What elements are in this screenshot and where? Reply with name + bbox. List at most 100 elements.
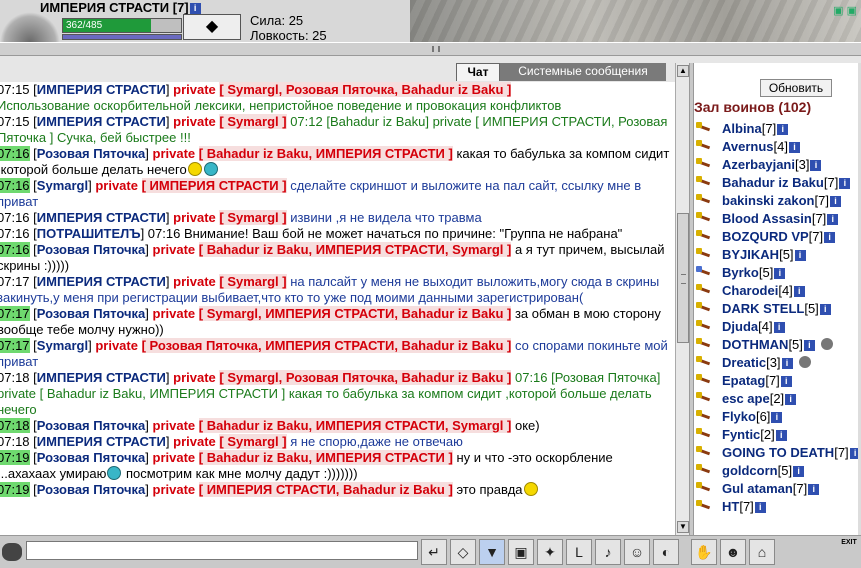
smiley-icon[interactable]: ☺: [624, 539, 650, 565]
player-name[interactable]: Azerbayjani: [722, 157, 795, 172]
player-row[interactable]: Albina[7] i: [696, 120, 861, 138]
private-recipients[interactable]: [ Symargl, Розовая Пяточка, Bahadur iz B…: [219, 370, 512, 385]
player-row[interactable]: Byrko[5] i: [696, 264, 861, 282]
player-row[interactable]: Flyko[6] i: [696, 408, 861, 426]
talk-icon[interactable]: [2, 543, 22, 561]
info-icon[interactable]: i: [775, 430, 787, 441]
message-author[interactable]: Розовая Пяточка: [37, 242, 145, 257]
private-recipients[interactable]: [ Symargl ]: [219, 434, 287, 449]
lock-icon[interactable]: ⌂: [749, 539, 775, 565]
player-row[interactable]: Avernus[4] i: [696, 138, 861, 156]
player-name[interactable]: Flyko: [722, 409, 756, 424]
music-icon[interactable]: ♪: [595, 539, 621, 565]
player-name[interactable]: BOZQURD VP: [722, 229, 809, 244]
character-name[interactable]: ИМПЕРИЯ СТРАСТИ [7] i: [40, 0, 201, 15]
message-author[interactable]: ИМПЕРИЯ СТРАСТИ: [37, 114, 166, 129]
private-recipients[interactable]: [ ИМПЕРИЯ СТРАСТИ ]: [141, 178, 287, 193]
player-row[interactable]: HT[7] i: [696, 498, 861, 516]
message-author[interactable]: ИМПЕРИЯ СТРАСТИ: [37, 434, 166, 449]
player-name[interactable]: goldcorn: [722, 463, 778, 478]
info-icon[interactable]: i: [793, 466, 805, 477]
info-icon[interactable]: i: [774, 268, 786, 279]
player-name[interactable]: Albina: [722, 121, 762, 136]
player-name[interactable]: Epatag: [722, 373, 765, 388]
clan-emblem-icon[interactable]: ◆: [183, 14, 241, 40]
info-icon[interactable]: i: [829, 196, 841, 207]
private-recipients[interactable]: [ Symargl ]: [219, 210, 287, 225]
player-row[interactable]: Epatag[7] i: [696, 372, 861, 390]
player-row[interactable]: Blood Assasin[7] i: [696, 210, 861, 228]
message-author[interactable]: ИМПЕРИЯ СТРАСТИ: [37, 210, 166, 225]
info-icon[interactable]: i: [777, 124, 789, 135]
message-author[interactable]: Symargl: [37, 178, 88, 193]
private-recipients[interactable]: [ Symargl, ИМПЕРИЯ СТРАСТИ, Bahadur iz B…: [198, 306, 512, 321]
info-icon[interactable]: i: [754, 502, 766, 513]
walk-icon[interactable]: ✦: [537, 539, 563, 565]
avatar[interactable]: [0, 12, 60, 42]
scroll-up-icon[interactable]: ▲: [677, 65, 689, 77]
info-icon[interactable]: i: [773, 322, 785, 333]
exit-button[interactable]: EXIT: [838, 538, 860, 568]
player-row[interactable]: BOZQURD VP[7] i: [696, 228, 861, 246]
private-recipients[interactable]: [ Bahadur iz Baku, ИМПЕРИЯ СТРАСТИ, Syma…: [198, 242, 512, 257]
player-name[interactable]: esc ape: [722, 391, 770, 406]
info-icon[interactable]: i: [819, 304, 831, 315]
player-row[interactable]: Azerbayjani[3] i: [696, 156, 861, 174]
player-row[interactable]: Gul ataman[7] i: [696, 480, 861, 498]
enter-icon[interactable]: ↵: [421, 539, 447, 565]
save-icon[interactable]: ▣: [508, 539, 534, 565]
message-author[interactable]: Розовая Пяточка: [37, 450, 145, 465]
info-icon[interactable]: i: [810, 160, 822, 171]
private-recipients[interactable]: [ Розовая Пяточка, ИМПЕРИЯ СТРАСТИ, Baha…: [141, 338, 512, 353]
mask-icon[interactable]: ☻: [720, 539, 746, 565]
player-row[interactable]: Fyntic[2] i: [696, 426, 861, 444]
message-author[interactable]: Розовая Пяточка: [37, 306, 145, 321]
scroll-down-icon[interactable]: ▼: [677, 521, 689, 533]
gesture-icon[interactable]: ✋: [691, 539, 717, 565]
player-name[interactable]: BYJIKAH: [722, 247, 779, 262]
player-name[interactable]: GOING TO DEATH: [722, 445, 834, 460]
private-recipients[interactable]: [ ИМПЕРИЯ СТРАСТИ, Bahadur iz Baku ]: [198, 482, 453, 497]
player-row[interactable]: Djuda[4] i: [696, 318, 861, 336]
player-row[interactable]: Dreatic[3] i: [696, 354, 861, 372]
info-icon[interactable]: i: [808, 484, 820, 495]
splitter[interactable]: [0, 42, 861, 56]
private-recipients[interactable]: [ Symargl, Розовая Пяточка, Bahadur iz B…: [219, 82, 512, 97]
player-row[interactable]: GOING TO DEATH[7] i: [696, 444, 861, 462]
player-name[interactable]: bakinski zakon: [722, 193, 814, 208]
info-icon[interactable]: i: [781, 358, 793, 369]
helmet-icon[interactable]: ◐: [653, 539, 679, 565]
message-author[interactable]: Symargl: [37, 338, 88, 353]
info-icon[interactable]: i: [827, 214, 839, 225]
info-icon[interactable]: i: [803, 340, 815, 351]
tab-system-messages[interactable]: Системные сообщения: [500, 63, 666, 81]
player-name[interactable]: Djuda: [722, 319, 758, 334]
player-name[interactable]: Byrko: [722, 265, 759, 280]
player-row[interactable]: goldcorn[5] i: [696, 462, 861, 480]
player-row[interactable]: DOTHMAN[5] i: [696, 336, 861, 354]
filter-icon[interactable]: ▼: [479, 539, 505, 565]
player-row[interactable]: DARK STELL[5] i: [696, 300, 861, 318]
player-name[interactable]: Fyntic: [722, 427, 760, 442]
eraser-icon[interactable]: ◇: [450, 539, 476, 565]
tab-chat[interactable]: Чат: [456, 63, 500, 81]
message-author[interactable]: Розовая Пяточка: [37, 146, 145, 161]
private-recipients[interactable]: [ Bahadur iz Baku, ИМПЕРИЯ СТРАСТИ ]: [198, 146, 453, 161]
player-row[interactable]: esc ape[2] i: [696, 390, 861, 408]
scroll-thumb[interactable]: [677, 213, 689, 343]
player-name[interactable]: Bahadur iz Baku: [722, 175, 824, 190]
info-icon[interactable]: i: [771, 412, 783, 423]
player-name[interactable]: Avernus: [722, 139, 774, 154]
info-icon[interactable]: i: [794, 250, 806, 261]
player-name[interactable]: Charodei: [722, 283, 778, 298]
message-author[interactable]: ИМПЕРИЯ СТРАСТИ: [37, 82, 166, 97]
info-icon[interactable]: i: [780, 376, 792, 387]
private-recipients[interactable]: [ Bahadur iz Baku, ИМПЕРИЯ СТРАСТИ ]: [198, 450, 453, 465]
player-name[interactable]: DARK STELL: [722, 301, 804, 316]
player-name[interactable]: DOTHMAN: [722, 337, 788, 352]
chat-scrollbar[interactable]: ▲ ▼: [675, 63, 689, 535]
player-row[interactable]: Charodei[4] i: [696, 282, 861, 300]
info-icon[interactable]: i: [793, 286, 805, 297]
message-author[interactable]: ИМПЕРИЯ СТРАСТИ: [37, 274, 166, 289]
player-row[interactable]: BYJIKAH[5] i: [696, 246, 861, 264]
